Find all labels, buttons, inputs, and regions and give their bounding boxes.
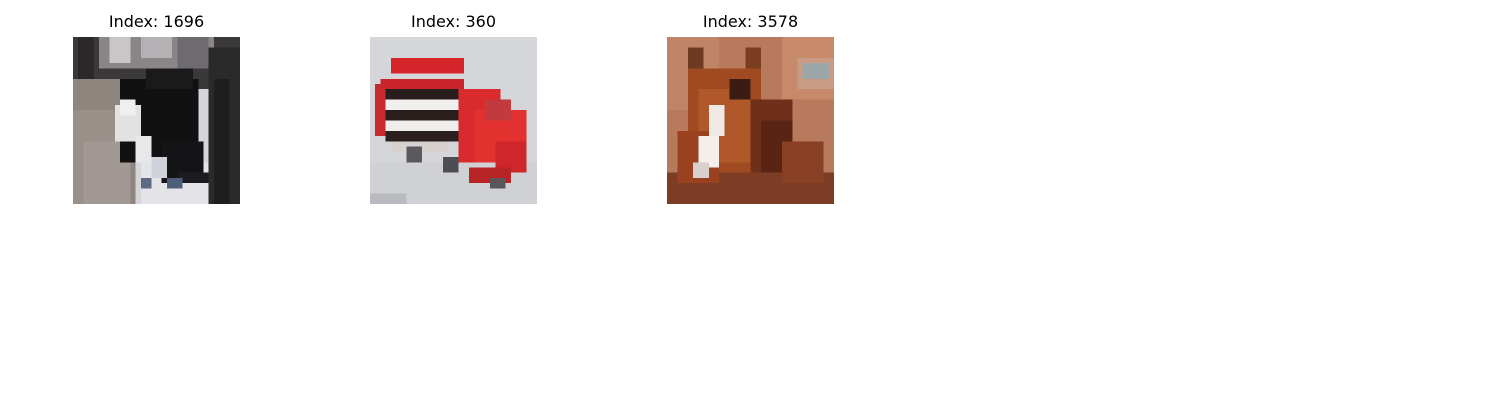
panel-title: Index: 1696 xyxy=(108,12,205,31)
panel-title: Index: 3578 xyxy=(702,12,799,31)
panel-title: Index: 360 xyxy=(410,12,497,31)
truck-image xyxy=(370,37,537,204)
image-panel-2: Index: 360 xyxy=(370,0,537,210)
truck-thumbnail xyxy=(370,37,537,204)
cat-image xyxy=(73,37,240,204)
horse-image xyxy=(667,37,834,204)
cat-thumbnail xyxy=(73,37,240,204)
image-panel-3: Index: 3578 xyxy=(667,0,834,210)
horse-thumbnail xyxy=(667,37,834,204)
image-panel-1: Index: 1696 xyxy=(73,0,240,210)
